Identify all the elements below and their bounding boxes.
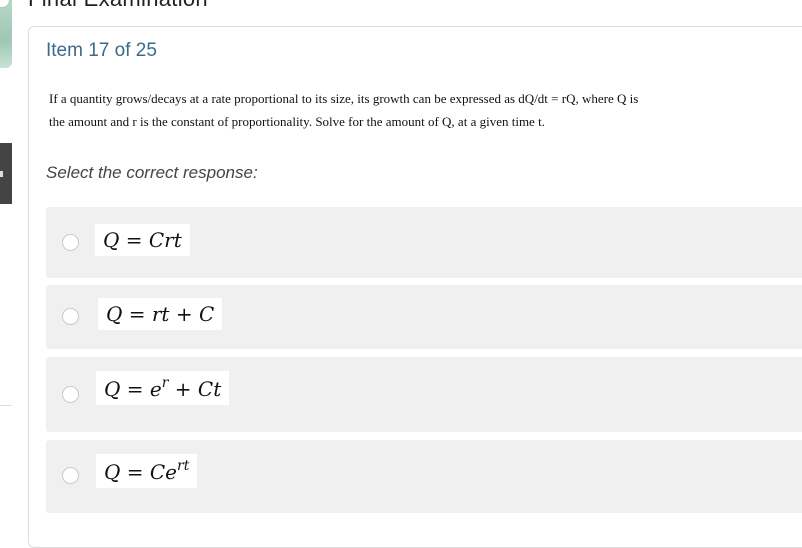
left-sidebar-strip — [0, 0, 12, 530]
radio-button[interactable] — [62, 308, 79, 325]
question-text: If a quantity grows/decays at a rate pro… — [49, 87, 709, 133]
sidebar-collapse-tab[interactable] — [0, 143, 12, 204]
sidebar-divider — [0, 405, 12, 406]
answer-formula: Q = Crt — [95, 224, 190, 256]
formula-exponent: rt — [177, 458, 190, 474]
response-prompt: Select the correct response: — [46, 163, 258, 182]
answer-formula: Q = Cert — [96, 454, 198, 488]
question-line: If a quantity grows/decays at a rate pro… — [49, 91, 639, 106]
answer-option-3[interactable]: Q = er + Ct — [46, 357, 802, 432]
item-counter: Item 17 of 25 — [46, 40, 157, 61]
page-title: Final Examination — [28, 0, 208, 12]
question-line: the amount and r is the constant of prop… — [49, 114, 545, 129]
answer-formula: Q = er + Ct — [96, 371, 230, 405]
answer-option-4[interactable]: Q = Cert — [46, 440, 802, 513]
formula-tail: + Ct — [168, 377, 222, 401]
formula-base: Q = e — [104, 377, 162, 401]
radio-button[interactable] — [62, 234, 79, 251]
answer-option-1[interactable]: Q = Crt — [46, 207, 802, 278]
answer-option-2[interactable]: Q = rt + C — [46, 285, 802, 349]
radio-button[interactable] — [62, 467, 79, 484]
avatar[interactable] — [0, 0, 12, 68]
formula-base: Q = Ce — [104, 460, 178, 484]
answer-formula: Q = rt + C — [98, 298, 223, 330]
radio-button[interactable] — [62, 386, 79, 403]
